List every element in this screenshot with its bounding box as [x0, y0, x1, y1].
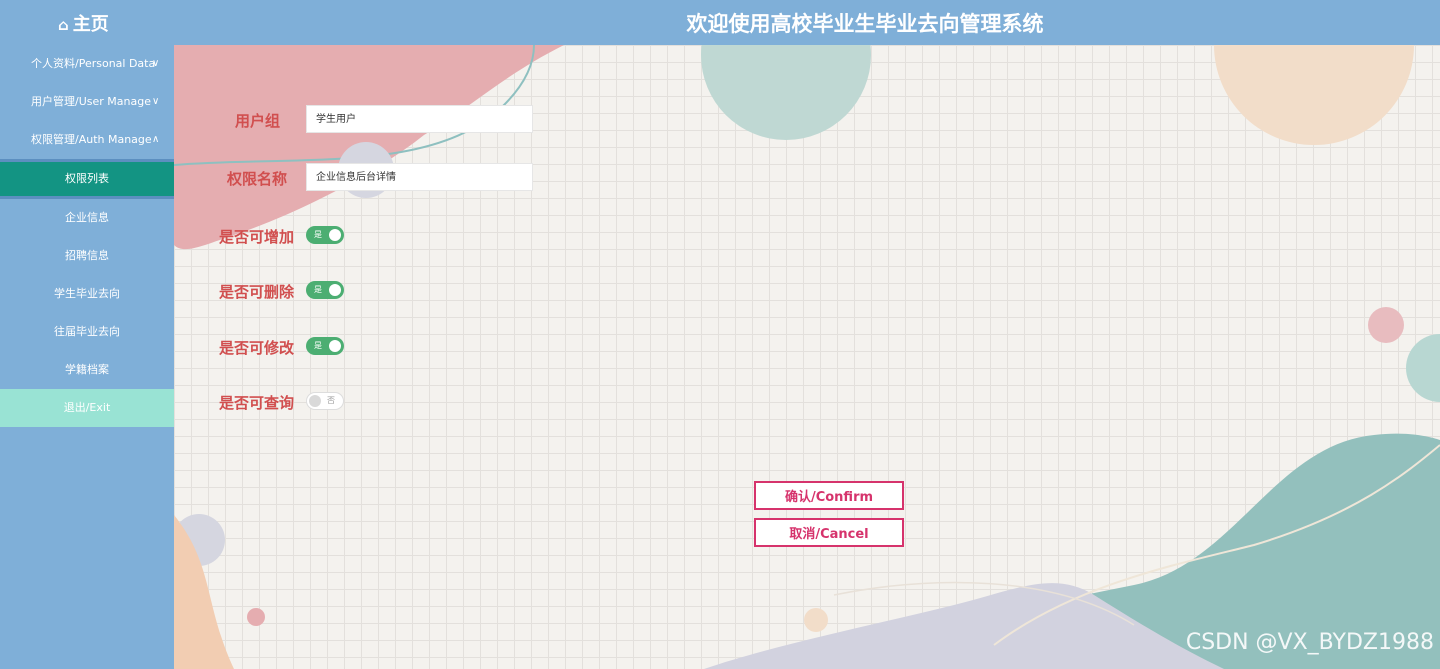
toggle-knob: [329, 284, 341, 296]
toggle-text: 是: [314, 341, 322, 350]
toggle-knob: [309, 395, 321, 407]
menu-label: 个人资料/Personal Data: [31, 57, 156, 70]
can-query-toggle[interactable]: 否: [306, 392, 344, 410]
menu-personal-data[interactable]: 个人资料/Personal Data ∨: [0, 45, 174, 83]
background-decoration: [174, 45, 1440, 669]
sidebar-item-student-records[interactable]: 学籍档案: [0, 351, 174, 389]
user-group-label: 用户组: [234, 112, 280, 130]
page-title: 欢迎使用高校毕业生毕业去向管理系统: [686, 12, 1044, 36]
menu-label: 用户管理/User Manage: [31, 95, 151, 108]
sidebar-item-student-destination[interactable]: 学生毕业去向: [0, 275, 174, 313]
toggle-text: 否: [327, 396, 335, 405]
sidebar: 个人资料/Personal Data ∨ 用户管理/User Manage ∨ …: [0, 45, 174, 669]
sidebar-item-permission-list[interactable]: 权限列表: [0, 159, 174, 199]
toggle-text: 是: [314, 230, 322, 239]
can-query-label: 是否可查询: [218, 394, 294, 412]
toggle-text: 是: [314, 285, 322, 294]
confirm-button[interactable]: 确认/Confirm: [754, 481, 904, 510]
menu-user-manage[interactable]: 用户管理/User Manage ∨: [0, 83, 174, 121]
menu-label: 权限管理/Auth Manage: [31, 133, 152, 146]
sidebar-item-past-destination[interactable]: 往届毕业去向: [0, 313, 174, 351]
chevron-down-icon: ∨: [152, 96, 160, 107]
watermark: CSDN @VX_BYDZ1988: [1185, 630, 1434, 655]
can-delete-toggle[interactable]: 是: [306, 281, 344, 299]
top-header: ⌂ 主页 欢迎使用高校毕业生毕业去向管理系统: [0, 0, 1440, 45]
chevron-up-icon: ∧: [152, 134, 160, 145]
can-delete-label: 是否可删除: [218, 283, 294, 301]
user-group-input[interactable]: 学生用户: [306, 105, 533, 133]
permission-name-input[interactable]: 企业信息后台详情: [306, 163, 533, 191]
can-edit-label: 是否可修改: [218, 339, 294, 357]
permission-name-label: 权限名称: [226, 170, 287, 188]
cancel-button[interactable]: 取消/Cancel: [754, 518, 904, 547]
sidebar-item-company-info[interactable]: 企业信息: [0, 199, 174, 237]
can-add-toggle[interactable]: 是: [306, 226, 344, 244]
toggle-knob: [329, 229, 341, 241]
chevron-down-icon: ∨: [152, 58, 160, 69]
can-add-label: 是否可增加: [218, 228, 294, 246]
toggle-knob: [329, 340, 341, 352]
main-content: 用户组 学生用户 权限名称 企业信息后台详情 是否可增加 是 是否可删除 是 是…: [174, 45, 1440, 669]
can-edit-toggle[interactable]: 是: [306, 337, 344, 355]
sidebar-item-recruitment-info[interactable]: 招聘信息: [0, 237, 174, 275]
menu-auth-manage[interactable]: 权限管理/Auth Manage ∧: [0, 121, 174, 159]
sidebar-item-exit[interactable]: 退出/Exit: [0, 389, 174, 427]
